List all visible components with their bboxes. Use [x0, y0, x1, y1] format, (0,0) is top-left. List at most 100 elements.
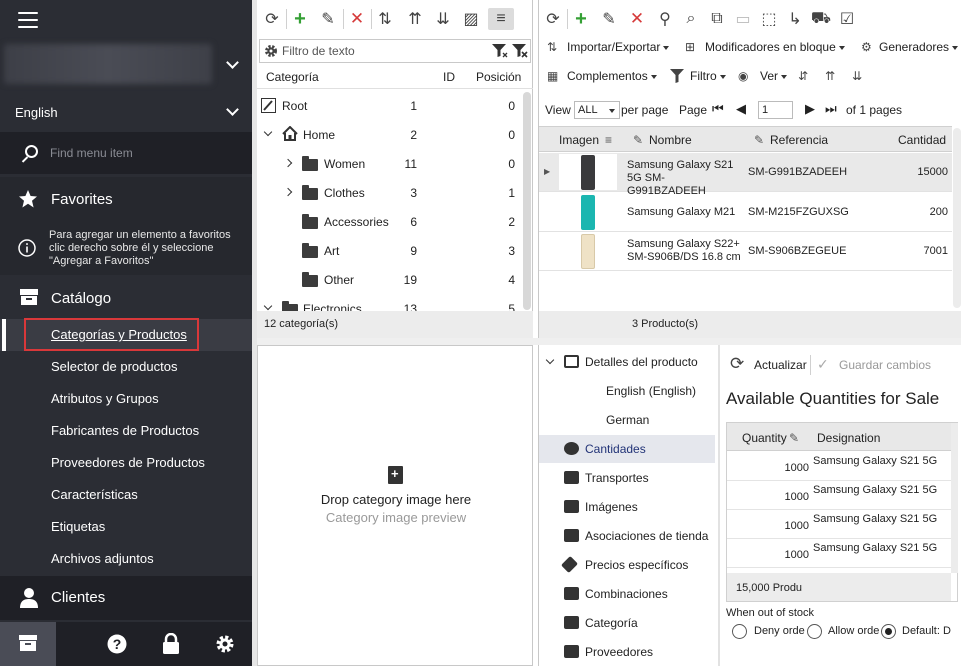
- column-category[interactable]: Categoría: [266, 70, 319, 84]
- category-row-root[interactable]: Root 1 0: [257, 91, 523, 120]
- catalog-section[interactable]: Catálogo: [0, 281, 252, 317]
- refresh-icon[interactable]: ⟳: [261, 8, 283, 30]
- category-row-home[interactable]: Home 2 0: [257, 120, 523, 149]
- delete-icon[interactable]: ✕: [626, 8, 648, 30]
- move-icon[interactable]: ⇅: [374, 8, 396, 30]
- bulk-modifiers-menu[interactable]: Modificadores en bloque: [705, 40, 845, 54]
- copy-icon[interactable]: ⧉: [706, 8, 728, 30]
- edit-icon[interactable]: ✎: [598, 8, 620, 30]
- menu-item-attributes[interactable]: Atributos y Grupos: [0, 383, 252, 415]
- store-selector[interactable]: [0, 42, 252, 90]
- category-image-panel[interactable]: Drop category image here Category image …: [257, 345, 533, 666]
- add-icon[interactable]: +: [570, 8, 592, 30]
- details-shop-associations[interactable]: Asociaciones de tienda: [539, 522, 715, 550]
- details-suppliers[interactable]: Proveedores: [539, 638, 715, 666]
- lang-german[interactable]: German: [539, 406, 715, 434]
- sort-alpha-icon[interactable]: ⇵: [798, 69, 808, 83]
- ship-icon[interactable]: ⛟: [810, 8, 832, 30]
- details-root[interactable]: Detalles del producto: [539, 348, 715, 376]
- search-input[interactable]: Find menu item: [50, 146, 133, 160]
- details-category[interactable]: Categoría: [539, 609, 715, 637]
- filter-list-icon[interactable]: ≡: [488, 8, 514, 30]
- details-images[interactable]: Imágenes: [539, 493, 715, 521]
- sort-asc-icon[interactable]: ⇈: [825, 69, 835, 83]
- quantity-row[interactable]: 1000 Samsung Galaxy S21 5G: [727, 539, 951, 568]
- details-carriers[interactable]: Transportes: [539, 464, 715, 492]
- paste-icon[interactable]: ▭: [732, 8, 754, 30]
- menu-item-suppliers[interactable]: Proveedores de Productos: [0, 447, 252, 479]
- menu-item-manufacturers[interactable]: Fabricantes de Productos: [0, 415, 252, 447]
- column-name[interactable]: Nombre: [649, 133, 692, 147]
- menu-search[interactable]: Find menu item: [0, 132, 252, 174]
- category-row-other[interactable]: Other 19 4: [257, 265, 523, 294]
- category-row-electronics[interactable]: Electronics 13 5: [257, 294, 523, 311]
- category-row-clothes[interactable]: Clothes 3 1: [257, 178, 523, 207]
- column-quantity[interactable]: Cantidad: [898, 133, 946, 147]
- find-icon[interactable]: ⌕: [680, 8, 702, 30]
- sort-desc-icon[interactable]: ⇊: [852, 69, 862, 83]
- category-row-accessories[interactable]: Accessories 6 2: [257, 207, 523, 236]
- clients-section[interactable]: Clientes: [0, 576, 252, 620]
- menu-icon[interactable]: [18, 12, 38, 30]
- column-id[interactable]: ID: [443, 70, 455, 84]
- filter-menu[interactable]: Filtro: [690, 69, 726, 83]
- product-row[interactable]: ▶ Samsung Galaxy S21 5G SM-G991BZADEEH S…: [539, 153, 952, 197]
- category-row-art[interactable]: Art 9 3: [257, 236, 523, 265]
- import-export-menu[interactable]: Importar/Exportar: [567, 40, 670, 54]
- delete-icon[interactable]: ✕: [346, 8, 368, 30]
- menu-item-tags[interactable]: Etiquetas: [0, 511, 252, 543]
- sort-asc-icon[interactable]: ⇈: [404, 8, 426, 30]
- category-filter[interactable]: Filtro de texto: [259, 39, 531, 63]
- allow-orders-radio[interactable]: [807, 624, 822, 639]
- products-scrollbar[interactable]: [953, 128, 961, 308]
- per-page-select[interactable]: ALL: [574, 101, 620, 119]
- quantity-row[interactable]: 1000 Samsung Galaxy S21 5G: [727, 452, 951, 481]
- save-changes-button[interactable]: Guardar cambios: [839, 358, 931, 372]
- move-to-category-icon[interactable]: ↳: [784, 8, 806, 30]
- edit-icon[interactable]: ✎: [317, 8, 339, 30]
- column-reference[interactable]: Referencia: [770, 133, 828, 147]
- column-position[interactable]: Posición: [476, 70, 521, 84]
- collapse-icon[interactable]: [545, 355, 555, 365]
- duplicate-icon[interactable]: ⬚: [758, 8, 780, 30]
- favorites-section[interactable]: Favorites: [0, 177, 252, 221]
- last-page-icon[interactable]: ⏭: [825, 101, 837, 117]
- filter-input[interactable]: Filtro de texto: [282, 44, 355, 58]
- deny-orders-radio[interactable]: [732, 624, 747, 639]
- generators-menu[interactable]: Generadores: [879, 40, 959, 54]
- quantity-row[interactable]: 1000 Samsung Galaxy S21 5G: [727, 481, 951, 510]
- column-quantity[interactable]: Quantity: [742, 431, 787, 445]
- filter-icon[interactable]: [492, 44, 508, 58]
- sort-desc-icon[interactable]: ⇊: [432, 8, 454, 30]
- details-combinations[interactable]: Combinaciones: [539, 580, 715, 608]
- search-icon[interactable]: ⚲: [654, 8, 676, 30]
- collapse-icon[interactable]: [263, 127, 273, 137]
- quantities-scrollbar[interactable]: [951, 423, 958, 573]
- language-selector[interactable]: English: [0, 96, 252, 130]
- menu-item-features[interactable]: Características: [0, 479, 252, 511]
- category-row-women[interactable]: Women 11 0: [257, 149, 523, 178]
- catalog-tab[interactable]: [0, 622, 56, 666]
- image-icon[interactable]: ▨: [460, 8, 482, 30]
- details-specific-prices[interactable]: Precios específicos: [539, 551, 715, 579]
- splitter-horizontal[interactable]: [257, 338, 961, 345]
- details-quantities[interactable]: Cantidades: [539, 435, 715, 463]
- category-scrollbar[interactable]: [523, 92, 531, 310]
- default-radio[interactable]: [881, 624, 896, 639]
- expand-icon[interactable]: [283, 187, 293, 197]
- lock-icon[interactable]: [162, 633, 180, 655]
- gear-icon[interactable]: [214, 633, 236, 655]
- menu-item-product-selector[interactable]: Selector de productos: [0, 351, 252, 383]
- lang-english[interactable]: English (English): [539, 377, 715, 405]
- product-row[interactable]: Samsung Galaxy S22+ SM-S906B/DS 16.8 cm …: [539, 232, 952, 271]
- first-page-icon[interactable]: ⏮: [712, 101, 724, 117]
- help-icon[interactable]: ?: [107, 634, 127, 654]
- collapse-icon[interactable]: [263, 301, 273, 311]
- check-icon[interactable]: ☑: [836, 8, 858, 30]
- menu-item-attachments[interactable]: Archivos adjuntos: [0, 543, 252, 575]
- column-designation[interactable]: Designation: [817, 431, 880, 445]
- expand-icon[interactable]: [283, 158, 293, 168]
- add-icon[interactable]: +: [289, 8, 311, 30]
- sort-icon[interactable]: ≡: [605, 133, 612, 147]
- column-image[interactable]: Imagen: [559, 133, 599, 147]
